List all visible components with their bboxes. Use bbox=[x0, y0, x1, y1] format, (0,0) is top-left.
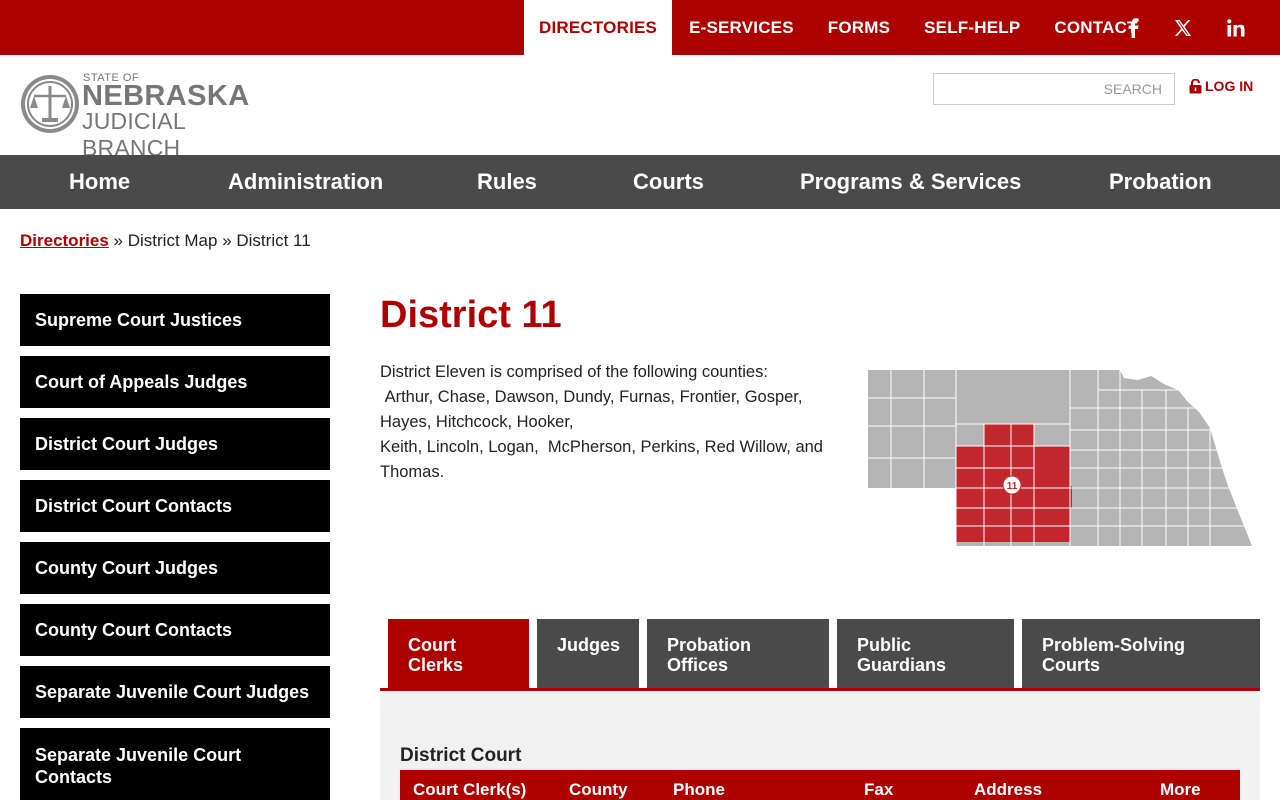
tab-probation-offices[interactable]: Probation Offices bbox=[647, 619, 829, 688]
column-header: County bbox=[569, 780, 628, 799]
breadcrumb: Directories » District Map » District 11 bbox=[20, 231, 311, 251]
breadcrumb-current: District 11 bbox=[236, 231, 311, 250]
directories-link[interactable]: DIRECTORIES bbox=[524, 0, 673, 55]
column-header: Phone bbox=[673, 780, 725, 799]
sidebar-item-supreme-court-justices[interactable]: Supreme Court Justices bbox=[20, 294, 330, 346]
nav-probation[interactable]: Probation bbox=[1109, 155, 1212, 209]
login-link[interactable]: LOG IN bbox=[1189, 78, 1253, 94]
breadcrumb-district-map: District Map bbox=[127, 231, 218, 250]
utility-links: DIRECTORIES E-SERVICES FORMS SELF-HELP C… bbox=[524, 0, 1155, 55]
sidebar-item-district-court-contacts[interactable]: District Court Contacts bbox=[20, 480, 330, 532]
column-header: More bbox=[1160, 780, 1201, 799]
forms-link[interactable]: FORMS bbox=[811, 0, 907, 55]
tab-judges[interactable]: Judges bbox=[537, 619, 639, 688]
page-title: District 11 bbox=[380, 294, 562, 336]
description-line: Keith, Lincoln, Logan, McPherson, Perkin… bbox=[380, 438, 828, 481]
section-heading: District Court bbox=[400, 745, 522, 766]
sidebar-item-court-of-appeals-judges[interactable]: Court of Appeals Judges bbox=[20, 356, 330, 408]
logo-judicial-branch: JUDICIAL BRANCH bbox=[82, 108, 185, 161]
top-utility-bar: DIRECTORIES E-SERVICES FORMS SELF-HELP C… bbox=[0, 0, 1280, 55]
sidebar-item-county-court-contacts[interactable]: County Court Contacts bbox=[20, 604, 330, 656]
sidebar-item-separate-juvenile-court-judges[interactable]: Separate Juvenile Court Judges bbox=[20, 666, 330, 718]
e-services-link[interactable]: E-SERVICES bbox=[672, 0, 811, 55]
column-header: Court Clerk(s) bbox=[413, 780, 527, 799]
linkedin-icon[interactable] bbox=[1221, 0, 1251, 55]
map-counties bbox=[868, 370, 1252, 546]
nebraska-judicial-branch-logo[interactable]: STATE OF NEBRASKA JUDICIAL BRANCH bbox=[20, 72, 280, 161]
state-seal-icon bbox=[21, 75, 79, 133]
description-line: Arthur, Chase, Dawson, Dundy, Furnas, Fr… bbox=[380, 388, 808, 431]
tab-panel: District Court Court Clerk(s) County Pho… bbox=[380, 691, 1260, 800]
login-label: LOG IN bbox=[1205, 78, 1254, 94]
lock-icon bbox=[1189, 78, 1202, 93]
sidebar: Supreme Court Justices Court of Appeals … bbox=[20, 294, 330, 800]
nav-courts[interactable]: Courts bbox=[633, 155, 704, 209]
facebook-icon[interactable] bbox=[1118, 0, 1148, 55]
self-help-link[interactable]: SELF-HELP bbox=[907, 0, 1037, 55]
sidebar-item-separate-juvenile-court-contacts[interactable]: Separate Juvenile Court Contacts bbox=[20, 728, 330, 800]
nav-administration[interactable]: Administration bbox=[228, 155, 383, 209]
district-description: District Eleven is comprised of the foll… bbox=[380, 360, 840, 485]
x-twitter-icon[interactable] bbox=[1168, 0, 1198, 55]
nav-rules[interactable]: Rules bbox=[477, 155, 537, 209]
nav-home[interactable]: Home bbox=[69, 155, 130, 209]
tab-court-clerks[interactable]: Court Clerks bbox=[388, 619, 529, 688]
breadcrumb-directories[interactable]: Directories bbox=[20, 231, 109, 250]
table-header: Court Clerk(s) County Phone Fax Address … bbox=[400, 770, 1240, 800]
main-nav: Home Administration Rules Courts Program… bbox=[0, 155, 1280, 209]
directory-tabs: Court Clerks Judges Probation Offices Pu… bbox=[380, 619, 1260, 691]
tab-problem-solving-courts[interactable]: Problem-Solving Courts bbox=[1022, 619, 1260, 688]
breadcrumb-separator: » bbox=[217, 231, 237, 250]
nebraska-district-map[interactable]: 11 bbox=[866, 368, 1254, 550]
search-input[interactable] bbox=[933, 73, 1175, 105]
column-header: Address bbox=[974, 780, 1043, 799]
sidebar-item-county-court-judges[interactable]: County Court Judges bbox=[20, 542, 330, 594]
nav-programs-services[interactable]: Programs & Services bbox=[800, 155, 1021, 209]
column-header: Fax bbox=[864, 780, 894, 799]
tab-public-guardians[interactable]: Public Guardians bbox=[837, 619, 1014, 688]
district-marker-label: 11 bbox=[1007, 481, 1018, 492]
breadcrumb-separator: » bbox=[108, 231, 128, 250]
description-line: District Eleven is comprised of the foll… bbox=[380, 363, 768, 381]
sidebar-item-district-court-judges[interactable]: District Court Judges bbox=[20, 418, 330, 470]
